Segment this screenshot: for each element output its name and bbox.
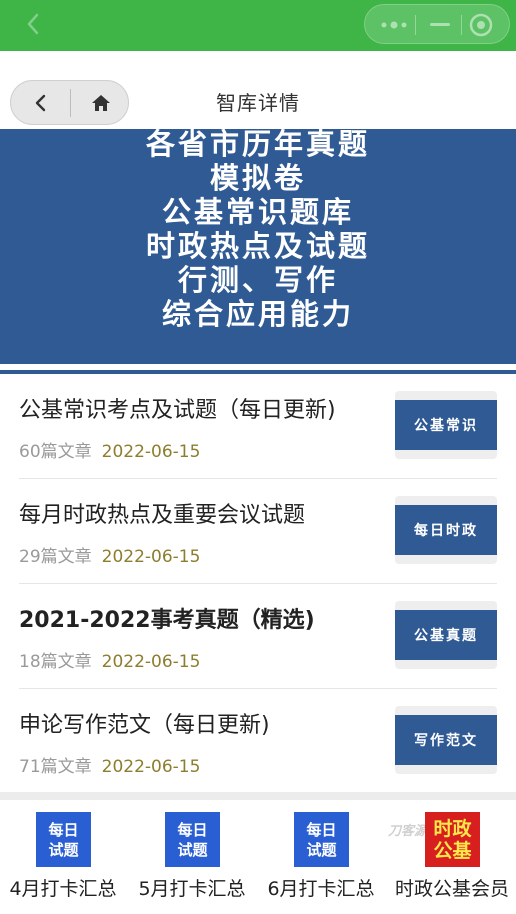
list-item[interactable]: 每月时政热点及重要会议试题 29篇文章 2022-06-15 每日时政: [0, 479, 516, 584]
update-date: 2022-06-15: [101, 442, 201, 462]
list-item-thumbnail: 公基真题: [395, 601, 497, 669]
icon-text: 每日: [306, 820, 337, 839]
banner-line: 综合应用能力: [161, 297, 354, 331]
list-item-title: 申论写作范文（每日更新): [19, 713, 270, 738]
update-date: 2022-06-15: [101, 652, 201, 672]
more-dots-icon[interactable]: [379, 17, 409, 33]
banner-line: 行测、写作: [177, 263, 338, 297]
list-item-meta: 18篇文章 2022-06-15: [19, 647, 200, 672]
target-icon[interactable]: [469, 13, 493, 37]
icon-text: 公基: [433, 839, 472, 862]
banner-line: 各省市历年真题: [145, 129, 370, 161]
banner-line: 公基常识题库: [161, 195, 354, 229]
list-item-meta: 60篇文章 2022-06-15: [19, 437, 200, 462]
shortcut-label: 4月打卡汇总: [9, 878, 117, 900]
thumbnail-label: 公基常识: [395, 400, 497, 450]
shortcut-label: 6月打卡汇总: [267, 878, 375, 900]
list-item-title: 公基常识考点及试题（每日更新): [19, 398, 336, 423]
icon-text: 试题: [177, 840, 208, 859]
article-count: 60篇文章: [19, 442, 92, 462]
page-title: 智库详情: [216, 91, 300, 115]
icon-text: 试题: [48, 840, 79, 859]
icon-text: 试题: [306, 840, 337, 859]
shortcut-bar: 每日 试题 4月打卡汇总 每日 试题 5月打卡汇总 每日 试题 6月打卡汇总 刀…: [0, 800, 516, 914]
minus-icon[interactable]: [427, 17, 453, 33]
section-separator: [0, 792, 516, 800]
list-item-title: 2021-2022事考真题（精选): [19, 608, 315, 633]
chevron-left-icon[interactable]: [22, 12, 46, 36]
miniprogram-capsule: [364, 4, 510, 44]
update-date: 2022-06-15: [101, 547, 201, 567]
capsule-divider: [415, 15, 416, 35]
list-item-meta: 29篇文章 2022-06-15: [19, 542, 200, 567]
thumbnail-label: 写作范文: [395, 715, 497, 765]
article-count: 71篇文章: [19, 757, 92, 777]
list-item[interactable]: 申论写作范文（每日更新) 71篇文章 2022-06-15 写作范文: [0, 689, 516, 794]
daily-quiz-icon: 每日 试题: [36, 812, 91, 867]
vip-membership-icon: 时政 公基: [425, 812, 480, 867]
daily-quiz-icon: 每日 试题: [294, 812, 349, 867]
daily-quiz-icon: 每日 试题: [165, 812, 220, 867]
list-item[interactable]: 公基常识考点及试题（每日更新) 60篇文章 2022-06-15 公基常识: [0, 374, 516, 479]
icon-text: 时政: [433, 817, 472, 840]
list-item-title: 每月时政热点及重要会议试题: [19, 503, 306, 528]
hero-banner: 各省市历年真题 模拟卷 公基常识题库 时政热点及试题 行测、写作 综合应用能力: [0, 129, 516, 374]
icon-text: 每日: [177, 820, 208, 839]
list-item-thumbnail: 每日时政: [395, 496, 497, 564]
article-count: 18篇文章: [19, 652, 92, 672]
banner-line: 时政热点及试题: [145, 229, 370, 263]
shortcut-vip[interactable]: 时政 公基 时政公基会员: [395, 812, 509, 912]
shortcut-may[interactable]: 每日 试题 5月打卡汇总: [137, 812, 247, 912]
icon-text: 每日: [48, 820, 79, 839]
list-item-meta: 71篇文章 2022-06-15: [19, 752, 200, 777]
list-item-thumbnail: 写作范文: [395, 706, 497, 774]
update-date: 2022-06-15: [101, 757, 201, 777]
shortcut-label: 时政公基会员: [394, 878, 509, 900]
thumbnail-label: 每日时政: [395, 505, 497, 555]
shortcut-label: 5月打卡汇总: [138, 878, 246, 900]
list-item[interactable]: 2021-2022事考真题（精选) 18篇文章 2022-06-15 公基真题: [0, 584, 516, 689]
top-status-bar: [0, 0, 516, 51]
shortcut-june[interactable]: 每日 试题 6月打卡汇总: [266, 812, 376, 912]
nav-bar: 智库详情: [0, 51, 516, 129]
list-item-thumbnail: 公基常识: [395, 391, 497, 459]
banner-line: 模拟卷: [209, 161, 306, 195]
article-count: 29篇文章: [19, 547, 92, 567]
shortcut-april[interactable]: 每日 试题 4月打卡汇总: [8, 812, 118, 912]
capsule-divider: [461, 15, 462, 35]
thumbnail-label: 公基真题: [395, 610, 497, 660]
